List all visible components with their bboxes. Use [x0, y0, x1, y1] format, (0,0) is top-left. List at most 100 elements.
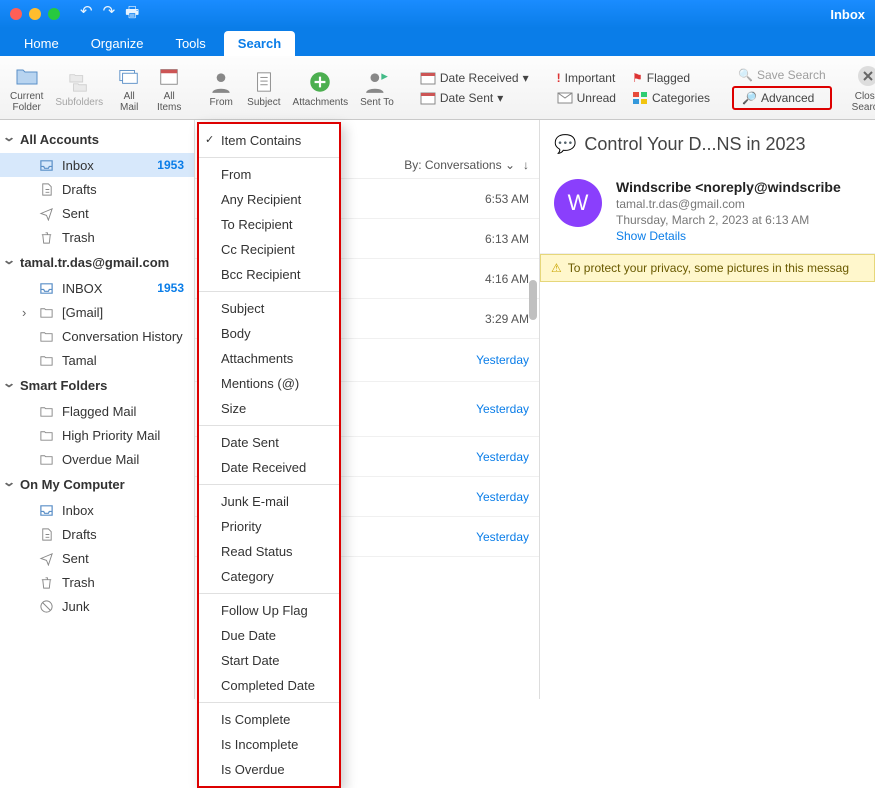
redo-icon[interactable]: ↷	[103, 2, 116, 27]
menu-item[interactable]: Body	[199, 321, 339, 346]
menu-item[interactable]: To Recipient	[199, 212, 339, 237]
scope-subfolders[interactable]: Subfolders	[51, 68, 107, 108]
sidebar-item[interactable]: Junk	[0, 594, 194, 618]
sidebar-item[interactable]: ›[Gmail]	[0, 300, 194, 324]
folder-icon	[38, 427, 54, 443]
sidebar-section[interactable]: On My Computer	[0, 471, 194, 498]
menu-item[interactable]: Is Incomplete	[199, 732, 339, 757]
menu-item[interactable]: Subject	[199, 296, 339, 321]
show-details-link[interactable]: Show Details	[616, 229, 841, 243]
message-time: 6:53 AM	[485, 192, 529, 206]
menu-item[interactable]: Item Contains	[199, 128, 339, 153]
menu-item[interactable]: Start Date	[199, 648, 339, 673]
menu-item[interactable]: Is Overdue	[199, 757, 339, 782]
tab-home[interactable]: Home	[10, 31, 73, 56]
sort-by-dropdown[interactable]: By: Conversations ⌄	[404, 158, 515, 172]
close-search-button[interactable]: Close Search	[848, 62, 875, 113]
menu-item[interactable]: Date Sent	[199, 430, 339, 455]
sidebar-item[interactable]: INBOX1953	[0, 276, 194, 300]
sidebar-section[interactable]: tamal.tr.das@gmail.com	[0, 249, 194, 276]
filter-unread[interactable]: Unread	[551, 89, 622, 107]
sidebar-item[interactable]: Drafts	[0, 177, 194, 201]
scrollbar-thumb[interactable]	[529, 280, 537, 320]
close-window-button[interactable]	[10, 8, 22, 20]
advanced-search-button[interactable]: 🔎Advanced	[732, 86, 832, 110]
scope-current-folder[interactable]: Current Folder	[6, 62, 47, 113]
sort-direction-icon[interactable]: ↓	[523, 158, 529, 172]
filter-sent-to[interactable]: Sent To	[356, 68, 398, 108]
label: Date Received	[440, 71, 519, 85]
menu-item[interactable]: Cc Recipient	[199, 237, 339, 262]
label: All Items	[157, 91, 181, 113]
privacy-infobar[interactable]: To protect your privacy, some pictures i…	[540, 254, 875, 282]
sidebar-item[interactable]: Sent	[0, 201, 194, 225]
message-date: Thursday, March 2, 2023 at 6:13 AM	[616, 213, 841, 227]
sidebar-item-label: Trash	[62, 575, 95, 590]
sidebar-item-label: Overdue Mail	[62, 452, 139, 467]
sidebar-item[interactable]: Trash	[0, 570, 194, 594]
search-criteria-menu[interactable]: Item Contains FromAny RecipientTo Recipie…	[197, 122, 341, 788]
menu-item[interactable]: Mentions (@)	[199, 371, 339, 396]
menu-item[interactable]: Bcc Recipient	[199, 262, 339, 287]
menu-item[interactable]: Category	[199, 564, 339, 589]
recipient-address: tamal.tr.das@gmail.com	[616, 197, 841, 211]
sidebar-item[interactable]: Inbox1953	[0, 153, 194, 177]
minimize-window-button[interactable]	[29, 8, 41, 20]
menu-separator	[199, 425, 339, 426]
menu-item[interactable]: Junk E-mail	[199, 489, 339, 514]
menu-item[interactable]: Date Received	[199, 455, 339, 480]
tab-search[interactable]: Search	[224, 31, 295, 56]
message-time: Yesterday	[476, 450, 529, 464]
scope-all-mail[interactable]: All Mail	[111, 62, 147, 113]
menu-item[interactable]: From	[199, 162, 339, 187]
label: Unread	[577, 91, 616, 105]
reading-pane: 💬 Control Your D...NS in 2023 W Windscri…	[540, 120, 875, 699]
sidebar-item[interactable]: Flagged Mail	[0, 399, 194, 423]
reply-icon[interactable]: 💬	[554, 134, 576, 155]
sidebar-item[interactable]: Trash	[0, 225, 194, 249]
folder-icon	[38, 352, 54, 368]
sidebar-item[interactable]: Tamal	[0, 348, 194, 372]
print-icon[interactable]: 🖶	[125, 2, 139, 27]
message-time: Yesterday	[476, 353, 529, 367]
filter-attachments[interactable]: Attachments	[289, 68, 353, 108]
filter-date-sent[interactable]: Date Sent ▾	[414, 89, 535, 107]
message-time: Yesterday	[476, 490, 529, 504]
menu-item[interactable]: Priority	[199, 514, 339, 539]
menu-item[interactable]: Read Status	[199, 539, 339, 564]
filter-categories[interactable]: Categories	[626, 89, 716, 107]
menu-item[interactable]: Completed Date	[199, 673, 339, 698]
zoom-window-button[interactable]	[48, 8, 60, 20]
sidebar-item[interactable]: Conversation History	[0, 324, 194, 348]
inbox-icon	[38, 280, 54, 296]
scope-all-items[interactable]: All Items	[151, 62, 187, 113]
filter-important[interactable]: !Important	[551, 69, 622, 87]
tab-tools[interactable]: Tools	[161, 31, 219, 56]
sidebar-section[interactable]: Smart Folders	[0, 372, 194, 399]
filter-subject[interactable]: Subject	[243, 68, 284, 108]
sidebar-item[interactable]: Sent	[0, 546, 194, 570]
tab-organize[interactable]: Organize	[77, 31, 158, 56]
trash-icon	[38, 574, 54, 590]
sidebar-item[interactable]: High Priority Mail	[0, 423, 194, 447]
menu-item[interactable]: Any Recipient	[199, 187, 339, 212]
sidebar-section[interactable]: All Accounts	[0, 126, 194, 153]
filter-flagged[interactable]: ⚑Flagged	[626, 69, 716, 87]
filter-date-received[interactable]: Date Received ▾	[414, 69, 535, 87]
sidebar-item[interactable]: Overdue Mail	[0, 447, 194, 471]
menu-item[interactable]: Due Date	[199, 623, 339, 648]
save-search-button[interactable]: 🔍Save Search	[732, 66, 832, 84]
envelopes-icon	[115, 62, 143, 90]
undo-icon[interactable]: ↶	[80, 2, 93, 27]
calendar-icon	[155, 62, 183, 90]
menu-item[interactable]: Size	[199, 396, 339, 421]
folder-icon	[38, 328, 54, 344]
sidebar-item[interactable]: Drafts	[0, 522, 194, 546]
menu-item[interactable]: Follow Up Flag	[199, 598, 339, 623]
chevron-down-icon: ▾	[497, 91, 503, 105]
menu-item[interactable]: Attachments	[199, 346, 339, 371]
filter-from[interactable]: From	[203, 68, 239, 108]
sidebar-item[interactable]: Inbox	[0, 498, 194, 522]
menu-item[interactable]: Is Complete	[199, 707, 339, 732]
window-controls	[10, 8, 60, 20]
